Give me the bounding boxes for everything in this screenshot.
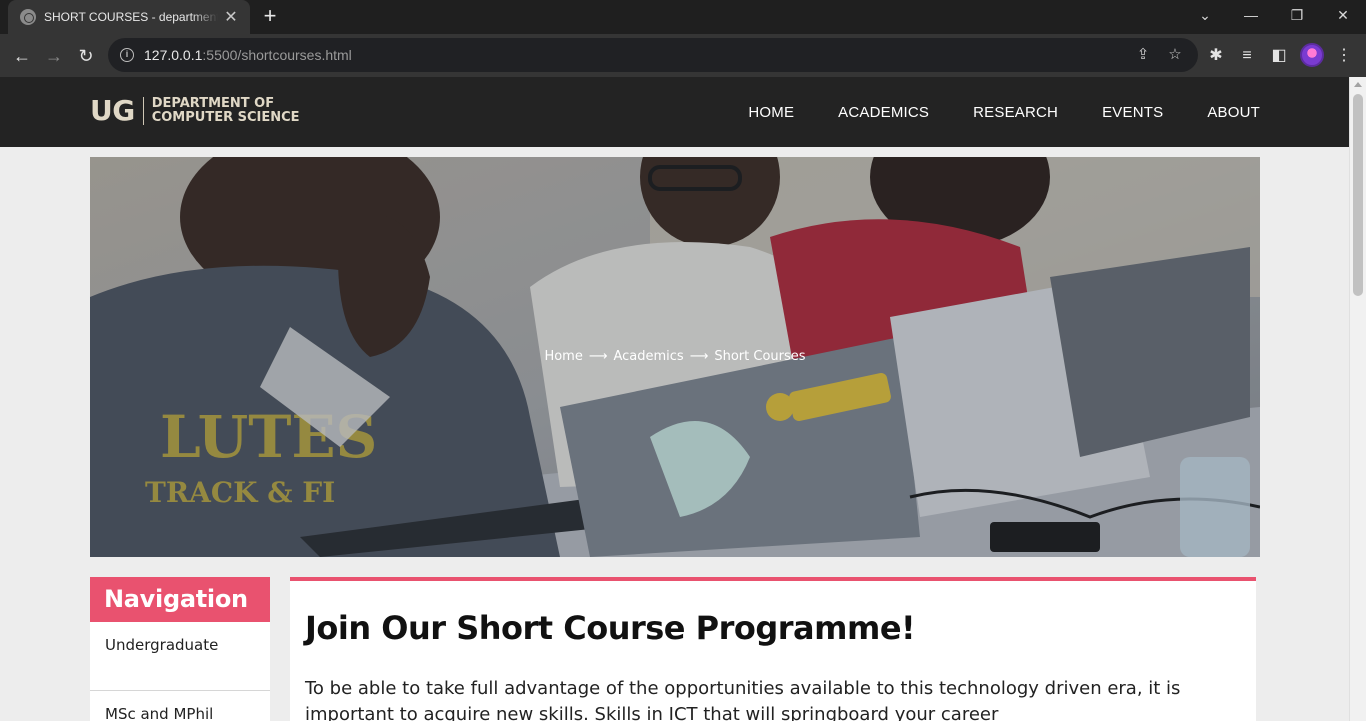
close-window-button[interactable]: ✕: [1320, 0, 1366, 30]
restore-button[interactable]: ❐: [1274, 0, 1320, 30]
logo-line-2: COMPUTER SCIENCE: [151, 109, 300, 125]
address-bar[interactable]: i 127.0.0.1:5500/shortcourses.html ⇪ ☆: [108, 38, 1198, 72]
url-path: :5500/shortcourses.html: [202, 47, 352, 63]
breadcrumb-arrow-icon: ⟶: [588, 349, 608, 364]
site-logo[interactable]: UG DEPARTMENT OF COMPUTER SCIENCE: [90, 94, 300, 127]
forward-button[interactable]: →: [39, 41, 69, 71]
logo-line-1: DEPARTMENT OF: [151, 95, 275, 111]
side-panel-icon[interactable]: ◧: [1267, 44, 1291, 68]
sidebar-item-msc-mphil[interactable]: MSc and MPhil: [90, 691, 270, 721]
browser-tab[interactable]: SHORT COURSES - department of computer s…: [8, 0, 250, 34]
close-tab-icon[interactable]: ✕: [222, 7, 240, 27]
sidebar-heading: Navigation: [90, 577, 270, 622]
scrollbar-thumb[interactable]: [1353, 94, 1363, 296]
new-tab-button[interactable]: +: [258, 5, 282, 29]
extensions-icon[interactable]: ✱: [1204, 44, 1228, 68]
browser-toolbar: ← → ↻ i 127.0.0.1:5500/shortcourses.html…: [0, 34, 1366, 77]
browser-tab-strip: SHORT COURSES - department of computer s…: [0, 0, 1366, 34]
breadcrumb: Home ⟶ Academics ⟶ Short Courses: [90, 349, 1260, 364]
breadcrumb-current: Short Courses: [714, 349, 806, 364]
main-nav: HOME ACADEMICS RESEARCH EVENTS ABOUT: [704, 77, 1260, 147]
share-icon[interactable]: ⇪: [1132, 44, 1154, 66]
logo-mark: UG: [90, 94, 135, 127]
scroll-up-icon[interactable]: [1354, 82, 1362, 87]
sidebar: Navigation Undergraduate MSc and MPhil: [90, 577, 270, 721]
media-queue-icon[interactable]: ≡: [1235, 44, 1259, 68]
url-host: 127.0.0.1: [144, 47, 203, 63]
page-title: Join Our Short Course Programme!: [305, 609, 916, 647]
hero-banner: LUTES TRACK & FI Home ⟶ Academics ⟶ Shor…: [90, 157, 1260, 557]
logo-text: DEPARTMENT OF COMPUTER SCIENCE: [151, 95, 300, 125]
nav-research[interactable]: RESEARCH: [973, 104, 1058, 121]
reload-button[interactable]: ↻: [71, 41, 101, 71]
breadcrumb-arrow-icon: ⟶: [689, 349, 709, 364]
minimize-button[interactable]: —: [1228, 0, 1274, 30]
nav-events[interactable]: EVENTS: [1102, 104, 1163, 121]
menu-kebab-icon[interactable]: ⋮: [1332, 44, 1356, 68]
breadcrumb-academics[interactable]: Academics: [613, 349, 683, 364]
site-info-icon[interactable]: i: [120, 48, 134, 62]
globe-icon: [20, 9, 36, 25]
nav-about[interactable]: ABOUT: [1207, 104, 1260, 121]
breadcrumb-home[interactable]: Home: [544, 349, 582, 364]
tab-search-chevron-icon[interactable]: ⌄: [1182, 0, 1228, 30]
profile-avatar[interactable]: [1300, 43, 1324, 67]
nav-home[interactable]: HOME: [748, 104, 794, 121]
back-button[interactable]: ←: [7, 41, 37, 71]
bookmark-star-icon[interactable]: ☆: [1164, 44, 1186, 66]
sidebar-item-undergraduate[interactable]: Undergraduate: [90, 622, 270, 691]
logo-divider: [142, 96, 144, 125]
main-content: Join Our Short Course Programme! To be a…: [290, 577, 1256, 721]
tab-title: SHORT COURSES - department of computer s…: [44, 10, 218, 24]
page-viewport: UG DEPARTMENT OF COMPUTER SCIENCE HOME A…: [0, 77, 1349, 721]
site-header: UG DEPARTMENT OF COMPUTER SCIENCE HOME A…: [0, 77, 1349, 147]
intro-paragraph: To be able to take full advantage of the…: [305, 678, 1181, 721]
page-scrollbar[interactable]: [1349, 77, 1366, 721]
nav-academics[interactable]: ACADEMICS: [838, 104, 929, 121]
